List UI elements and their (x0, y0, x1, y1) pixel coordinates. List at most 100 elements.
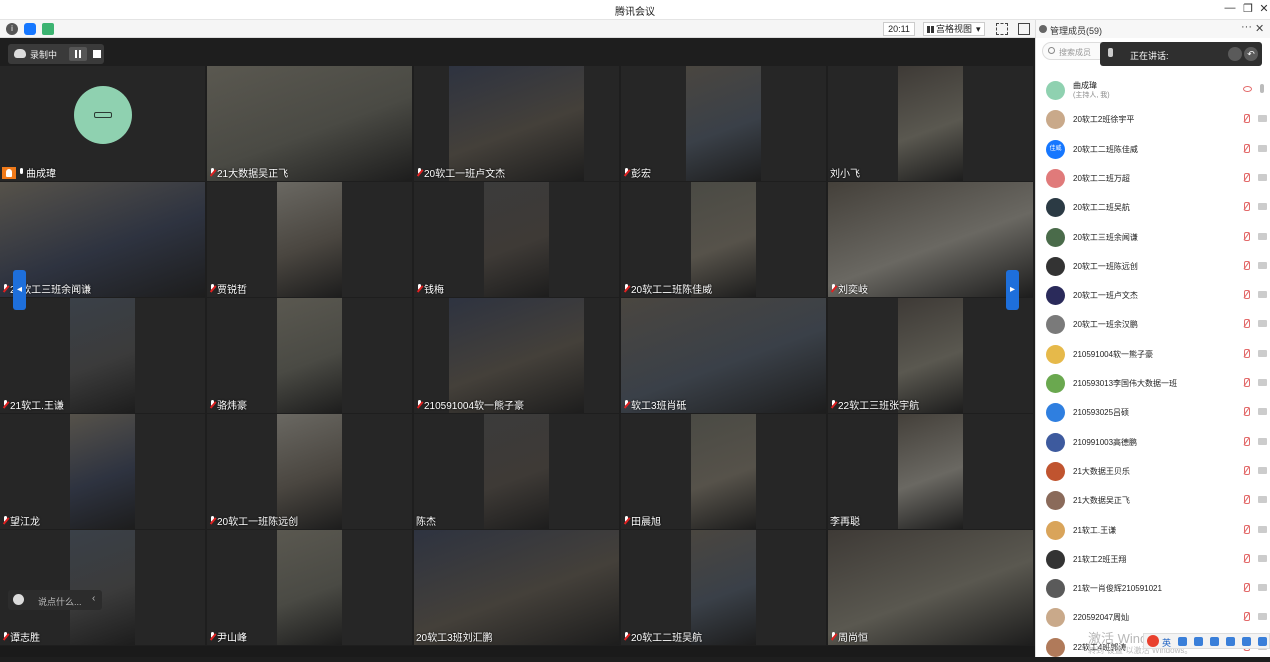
mic-muted-icon[interactable] (1243, 319, 1250, 329)
shield-icon[interactable] (24, 23, 36, 35)
ime-skin-icon[interactable] (1226, 637, 1235, 646)
member-row[interactable]: 20软工一班余汉鹏 (1036, 310, 1270, 339)
video-tile[interactable]: 彭宏 (621, 66, 826, 181)
video-tile[interactable]: 21软工.王谦 (0, 298, 205, 413)
member-row[interactable]: 佳威 20软工二班陈佳威 (1036, 135, 1270, 164)
video-tile[interactable]: 210591004软一熊子豪 (414, 298, 619, 413)
next-page-button[interactable]: ▸ (1006, 270, 1019, 310)
pause-recording-button[interactable] (69, 47, 87, 61)
mic-muted-icon[interactable] (1243, 465, 1250, 476)
video-tile[interactable]: 尹山峰 (207, 530, 412, 645)
ime-toolbox-icon[interactable] (1242, 637, 1251, 646)
stop-recording-button[interactable] (93, 50, 101, 58)
camera-icon[interactable] (1258, 496, 1267, 504)
member-row[interactable]: 21软一肖俊辉210591021 (1036, 574, 1270, 603)
camera-icon[interactable] (1258, 144, 1267, 152)
layout-icon[interactable] (1018, 23, 1030, 35)
info-icon[interactable]: i (6, 23, 18, 35)
video-tile[interactable]: 曲成瑋 (0, 66, 205, 181)
close-panel-button[interactable]: ✕ (1255, 22, 1264, 35)
camera-icon[interactable] (1258, 408, 1267, 416)
mic-muted-icon[interactable] (1243, 260, 1250, 271)
member-row[interactable]: 20软工2班徐宇平 (1036, 105, 1270, 134)
video-tile[interactable]: 周尚恒 (828, 530, 1033, 645)
video-tile[interactable]: 20软工3班刘汇鹏 (414, 530, 619, 645)
video-tile[interactable]: 20软工二班吴航 (621, 530, 826, 645)
video-tile[interactable]: 李再聪 (828, 414, 1033, 529)
camera-icon[interactable] (1258, 466, 1267, 474)
member-row[interactable]: 21软工2班王翔 (1036, 545, 1270, 574)
member-row[interactable]: 曲成瑋 (主持人, 我) (1036, 76, 1270, 105)
video-tile[interactable]: 谭志胜 (0, 530, 205, 645)
camera-icon[interactable] (1258, 291, 1267, 299)
camera-icon[interactable] (1258, 554, 1267, 562)
mic-muted-icon[interactable] (1243, 143, 1250, 154)
video-tile[interactable]: 20软工二班陈佳威 (621, 182, 826, 297)
member-row[interactable]: 20软工一班卢文杰 (1036, 281, 1270, 310)
video-tile[interactable]: 20软工一班陈远创 (207, 414, 412, 529)
video-tile[interactable]: 贾锐哲 (207, 182, 412, 297)
mic-icon[interactable] (1260, 84, 1264, 93)
camera-icon[interactable] (1258, 613, 1267, 621)
eye-icon[interactable] (1243, 86, 1252, 92)
chat-input[interactable]: 说点什么... (38, 595, 82, 608)
camera-icon[interactable] (1258, 232, 1267, 240)
signal-icon[interactable] (42, 23, 54, 35)
restore-button[interactable]: ❐ (1240, 2, 1256, 15)
video-tile[interactable]: 刘小飞 (828, 66, 1033, 181)
camera-icon[interactable] (1258, 584, 1267, 592)
mic-muted-icon[interactable] (1243, 348, 1250, 359)
mic-muted-icon[interactable] (1243, 553, 1250, 564)
view-mode-button[interactable]: 宫格视图 ▾ (923, 22, 985, 36)
mic-muted-icon[interactable] (1243, 583, 1250, 593)
more-options-button[interactable]: ··· (1241, 21, 1252, 33)
video-tile[interactable]: 刘奕岐 (828, 182, 1033, 297)
camera-icon[interactable] (1258, 115, 1267, 123)
camera-icon[interactable] (1258, 320, 1267, 328)
member-row[interactable]: 20软工二班吴航 (1036, 193, 1270, 222)
emoji-icon[interactable] (13, 594, 24, 605)
member-row[interactable]: 21大数据王贝乐 (1036, 457, 1270, 486)
mic-muted-icon[interactable] (1243, 290, 1250, 300)
ime-language-label[interactable]: 英 (1162, 636, 1171, 649)
video-tile[interactable]: 钱梅 (414, 182, 619, 297)
close-window-button[interactable]: ✕ (1256, 2, 1270, 15)
video-tile[interactable]: 软工3班肖砥 (621, 298, 826, 413)
ime-toolbar[interactable]: 英 (1143, 633, 1270, 649)
minimize-button[interactable]: — (1222, 2, 1238, 14)
video-tile[interactable]: 骆炜豪 (207, 298, 412, 413)
camera-icon[interactable] (1258, 203, 1267, 211)
mic-muted-icon[interactable] (1243, 172, 1250, 183)
member-row[interactable]: 210591004软一熊子豪 (1036, 340, 1270, 369)
member-search-input[interactable]: 搜索成员 (1042, 42, 1108, 60)
camera-icon[interactable] (1258, 349, 1267, 357)
prev-page-button[interactable]: ◂ (13, 270, 26, 310)
ime-voice-icon[interactable] (1194, 637, 1203, 646)
video-tile[interactable]: 22软工三班张宇航 (828, 298, 1033, 413)
member-row[interactable]: 20软工二班万超 (1036, 164, 1270, 193)
video-tile[interactable]: 20软工三班余闻谦 (0, 182, 205, 297)
mic-muted-icon[interactable] (1243, 436, 1250, 447)
camera-icon[interactable] (1258, 525, 1267, 533)
camera-icon[interactable] (1258, 261, 1267, 269)
member-row[interactable]: 21软工.王谦 (1036, 516, 1270, 545)
video-tile[interactable]: 陈杰 (414, 414, 619, 529)
ime-keyboard-icon[interactable] (1210, 637, 1219, 646)
collapse-chat-icon[interactable]: ‹ (92, 593, 95, 604)
ime-settings-icon[interactable] (1258, 637, 1267, 646)
video-tile[interactable]: 田晨旭 (621, 414, 826, 529)
chat-bar[interactable]: 说点什么... ‹ (8, 590, 102, 610)
member-row[interactable]: 210593025吕硕 (1036, 398, 1270, 427)
mic-muted-icon[interactable] (1243, 114, 1250, 124)
member-row[interactable]: 20软工三班余闻谦 (1036, 223, 1270, 252)
mic-muted-icon[interactable] (1243, 524, 1250, 535)
mic-muted-icon[interactable] (1243, 407, 1250, 417)
member-row[interactable]: 21大数据吴正飞 (1036, 486, 1270, 515)
video-tile[interactable]: 20软工一班卢文杰 (414, 66, 619, 181)
camera-icon[interactable] (1258, 379, 1267, 386)
camera-icon[interactable] (1258, 437, 1267, 445)
mic-muted-icon[interactable] (1243, 231, 1250, 242)
mic-muted-icon[interactable] (1243, 612, 1250, 622)
member-row[interactable]: 210991003高德鹏 (1036, 428, 1270, 457)
member-row[interactable]: 20软工一班陈远创 (1036, 252, 1270, 281)
